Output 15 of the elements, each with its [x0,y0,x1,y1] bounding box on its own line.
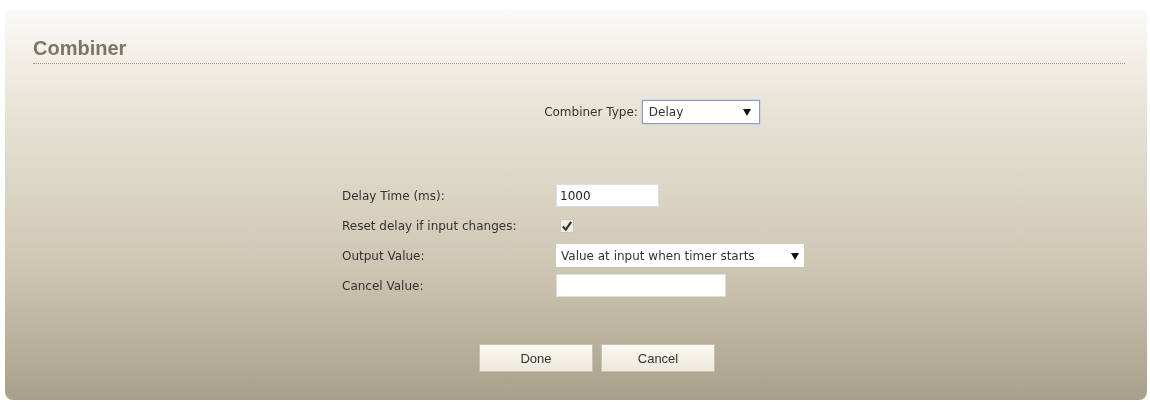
field-label: Reset delay if input changes: [342,218,518,233]
field-label: Delay Time (ms): [342,188,446,203]
input-field[interactable]: 1000 [556,184,659,207]
caret-icon [742,108,751,116]
checkbox[interactable] [560,218,574,233]
dropdown[interactable]: Value at input when timer starts [556,244,804,267]
field-label: Combiner Type: [544,105,638,119]
dialog-button[interactable]: Cancel [601,344,715,372]
dropdown[interactable]: Delay [641,100,760,124]
field-label: Cancel Value: [342,278,425,293]
caret-icon [791,251,799,260]
field-label: Output Value: [342,248,426,263]
dialog-button[interactable]: Done [479,344,593,372]
dialog-title: Combiner [33,37,128,59]
input-field[interactable] [556,274,726,297]
